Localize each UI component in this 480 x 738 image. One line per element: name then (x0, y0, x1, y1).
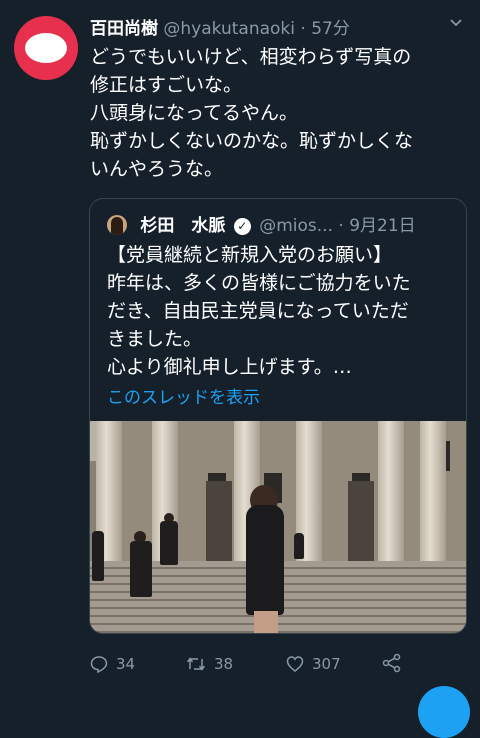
retweet-button[interactable]: 38 (186, 652, 233, 676)
photo-person (160, 521, 178, 565)
quoted-body-line: きました。 (107, 328, 203, 350)
tweet-body-line: いんやろうな。 (90, 158, 224, 180)
verified-badge-icon: ✓ (233, 218, 251, 235)
quoted-separator: · (338, 216, 344, 236)
tweet-time[interactable]: 57分 (311, 19, 350, 39)
photo-column (378, 421, 404, 563)
chevron-down-icon[interactable] (444, 12, 468, 36)
quoted-tweet-card[interactable]: 杉田 水脈 ✓ @mios... · 9月21日 【党員継続と新規入党のお願い】… (89, 198, 467, 634)
reply-count: 34 (116, 655, 136, 673)
quoted-header: 杉田 水脈 ✓ @mios... · 9月21日 (107, 211, 416, 236)
author-name[interactable]: 百田尚樹 (90, 19, 158, 39)
quoted-body-line: 昨年は、多くの皆様にご協力をいた (107, 272, 411, 294)
like-button[interactable]: 307 (286, 652, 341, 676)
quoted-date: 9月21日 (349, 216, 416, 236)
header-separator: · (300, 19, 306, 39)
quoted-body-line: だき、自由民主党員になっていただ (107, 300, 409, 322)
quoted-author-avatar (107, 215, 127, 235)
photo-woman-legs (254, 611, 278, 633)
photo-woman (246, 505, 284, 615)
quoted-photo[interactable] (90, 421, 466, 633)
like-count: 307 (312, 655, 341, 673)
tweet-body-line: どうでもいいけど、相変わらず写真の (90, 46, 412, 68)
photo-door (348, 481, 374, 561)
quoted-author-handle: @mios... (259, 216, 333, 236)
retweet-count: 38 (214, 655, 234, 673)
author-avatar[interactable] (14, 16, 78, 80)
photo-column (420, 421, 446, 563)
tweet-header: 百田尚樹 @hyakutanaoki · 57分 (90, 14, 350, 44)
share-button[interactable] (382, 652, 410, 676)
quoted-body-line: 【党員継続と新規入党のお願い】 (107, 244, 393, 266)
avatar-egg-shape (25, 33, 67, 63)
tweet-actions-bar: 34 38 307 (90, 652, 420, 676)
tweet-body-line: 恥ずかしくないのかな。恥ずかしくな (90, 130, 414, 152)
quoted-author-name: 杉田 水脈 (140, 216, 226, 236)
heart-icon (286, 656, 304, 672)
author-handle[interactable]: @hyakutanaoki (163, 19, 295, 39)
show-thread-link[interactable]: このスレッドを表示 (107, 383, 260, 408)
tweet-body-line: 修正はすごいな。 (90, 74, 243, 96)
tweet-body-line: 八頭身になってるやん。 (90, 102, 299, 124)
share-icon (382, 653, 401, 673)
compose-tweet-button[interactable] (418, 686, 470, 738)
quoted-body-line: 心より御礼申し上げます。… (107, 356, 352, 378)
retweet-icon (186, 657, 206, 671)
photo-person (130, 541, 152, 597)
reply-icon (90, 656, 108, 674)
photo-person (92, 531, 104, 581)
quoted-body: 【党員継続と新規入党のお願い】 昨年は、多くの皆様にご協力をいた だき、自由民主… (107, 241, 457, 381)
photo-door (206, 481, 232, 561)
reply-button[interactable]: 34 (90, 652, 135, 676)
tweet-body: どうでもいいけど、相変わらず写真の 修正はすごいな。 八頭身になってるやん。 恥… (90, 43, 462, 183)
photo-person (294, 533, 304, 559)
